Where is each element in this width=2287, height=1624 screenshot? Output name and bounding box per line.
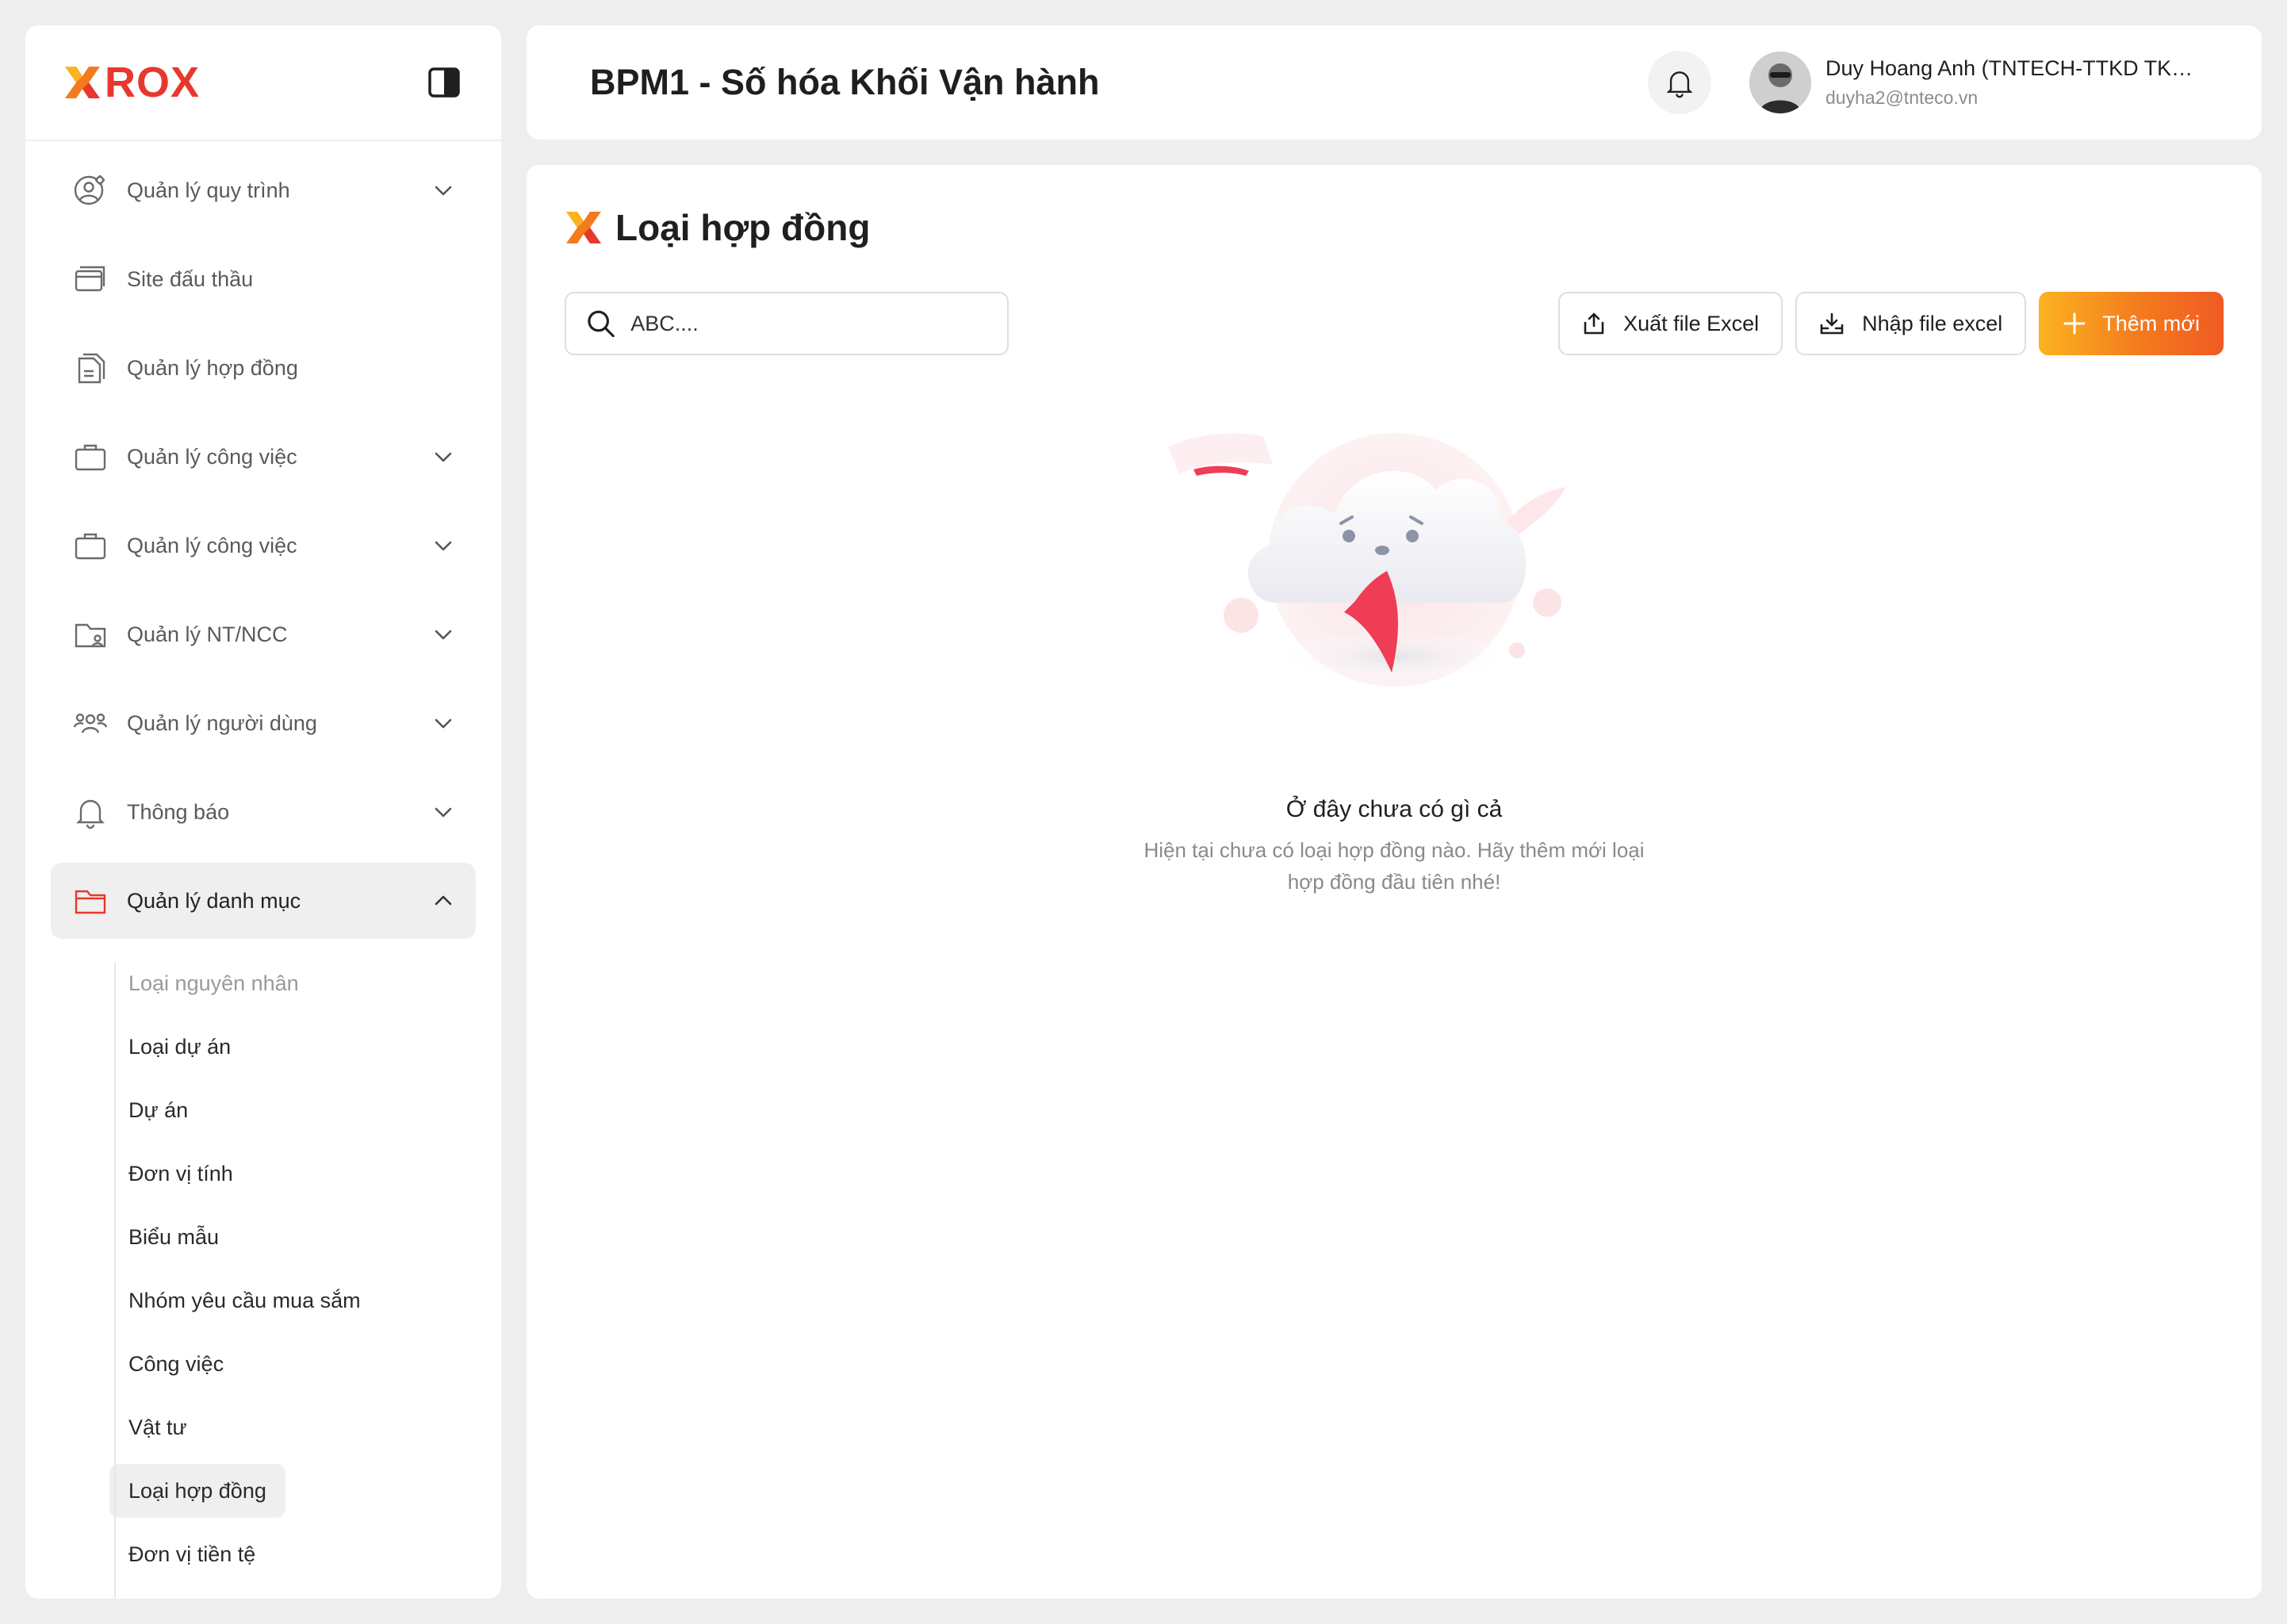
import-excel-label: Nhập file excel <box>1862 311 2003 335</box>
toolbar-actions: Xuất file Excel Nhập file excel Thêm mới <box>1558 292 2224 355</box>
sidebar-item-process[interactable]: Quản lý quy trình <box>51 152 476 228</box>
submenu-item[interactable]: Loại nguyên nhân <box>109 956 318 1010</box>
main-panel: Loại hợp đồng Xuất file Excel Nhập file … <box>527 165 2262 1599</box>
chevron-up-icon <box>435 895 452 906</box>
submenu-item[interactable]: Biểu mẫu <box>109 1210 238 1264</box>
sidebar-item-label: Quản lý người dùng <box>127 710 317 735</box>
download-tray-icon <box>1820 312 1844 335</box>
chevron-down-icon <box>435 718 452 729</box>
top-bar: BPM1 - Số hóa Khối Vận hành Duy Hoang An… <box>527 25 2262 140</box>
search-input[interactable] <box>630 311 988 336</box>
cards-icon <box>75 266 105 292</box>
sidebar-item-notifications[interactable]: Thông báo <box>51 774 476 850</box>
import-excel-button[interactable]: Nhập file excel <box>1795 292 2027 355</box>
sidebar-item-label: Quản lý quy trình <box>127 178 290 202</box>
briefcase-icon <box>75 444 106 471</box>
submenu-item[interactable]: Đơn vị tính <box>109 1147 252 1201</box>
submenu-item[interactable]: Nhóm yêu cầu mua sắm <box>109 1274 380 1327</box>
sidebar-item-label: Quản lý công việc <box>127 533 297 557</box>
page-header: Loại hợp đồng <box>563 206 870 249</box>
search-icon <box>588 310 615 338</box>
plus-icon <box>2063 312 2086 335</box>
submenu-item[interactable]: Vật tư <box>109 1400 206 1454</box>
briefcase-icon <box>75 533 106 560</box>
upload-icon <box>1584 312 1604 335</box>
rox-x-icon <box>65 67 100 98</box>
empty-state-title: Ở đây chưa có gì cả <box>1285 796 1503 822</box>
sidebar-item-tasks[interactable]: Quản lý công việc <box>51 419 476 495</box>
sidebar-item-label: Quản lý hợp đồng <box>127 355 298 380</box>
chevron-down-icon <box>435 541 452 551</box>
search-box[interactable] <box>565 292 1009 355</box>
sidebar-item-suppliers[interactable]: Quản lý NT/NCC <box>51 596 476 672</box>
user-profile[interactable]: Duy Hoang Anh (TNTECH-TTKD TKT... duyha2… <box>1749 52 2198 113</box>
sidebar-item-contracts[interactable]: Quản lý hợp đồng <box>51 330 476 406</box>
submenu-item[interactable]: Dự án <box>109 1083 207 1137</box>
submenu-guide-line <box>114 963 116 1599</box>
chevron-down-icon <box>435 807 452 818</box>
sidebar-item-label: Quản lý công việc <box>127 444 297 469</box>
sidebar-item-label: Quản lý danh mục <box>127 888 301 913</box>
sidebar-item-label: Thông báo <box>127 799 230 824</box>
chevron-down-icon <box>435 630 452 640</box>
add-new-label: Thêm mới <box>2102 311 2200 335</box>
empty-cloud-illustration <box>1168 433 1566 687</box>
submenu-item[interactable]: Đơn vị tiền tệ <box>109 1527 274 1581</box>
add-new-button[interactable]: Thêm mới <box>2039 292 2224 355</box>
user-info: Duy Hoang Anh (TNTECH-TTKD TKT... duyha2… <box>1825 56 2198 109</box>
page-title: Loại hợp đồng <box>615 207 871 248</box>
chevron-down-icon <box>435 186 452 196</box>
empty-state: Ở đây chưa có gì cả Hiện tại chưa có loạ… <box>527 419 2262 898</box>
rox-x-icon <box>566 212 601 243</box>
export-excel-button[interactable]: Xuất file Excel <box>1558 292 1783 355</box>
document-icon <box>78 353 105 384</box>
user-gear-icon <box>74 175 105 205</box>
logo-text: ROX <box>105 59 201 106</box>
sidebar-nav: Quản lý quy trình Site đấu thầu Quản lý … <box>25 141 501 1599</box>
brand-logo[interactable]: ROX <box>62 61 200 104</box>
chevron-down-icon <box>435 452 452 462</box>
folder-icon <box>75 890 106 914</box>
app-title: BPM1 - Số hóa Khối Vận hành <box>590 62 1100 102</box>
submenu-item[interactable]: Loại dự án <box>109 1020 250 1074</box>
sidebar-item-tasks-2[interactable]: Quản lý công việc <box>51 508 476 584</box>
sidebar-item-categories[interactable]: Quản lý danh mục <box>51 863 476 939</box>
sidebar-item-users[interactable]: Quản lý người dùng <box>51 685 476 761</box>
sidebar: ROX Quản lý quy trình Site đấu thầu Quản… <box>25 25 501 1599</box>
sidebar-toggle-icon[interactable] <box>427 65 462 100</box>
submenu-item-active[interactable]: Loại hợp đồng <box>109 1464 285 1518</box>
user-email: duyha2@tnteco.vn <box>1825 87 1979 108</box>
sidebar-item-label: Site đấu thầu <box>127 266 254 291</box>
user-name: Duy Hoang Anh (TNTECH-TTKD TKT... <box>1825 56 2198 80</box>
sidebar-item-label: Quản lý NT/NCC <box>127 622 288 646</box>
sidebar-header: ROX <box>25 25 501 141</box>
export-excel-label: Xuất file Excel <box>1623 311 1760 335</box>
empty-state-description: Hiện tại chưa có loại hợp đồng nào. Hãy … <box>1144 838 1645 894</box>
bell-icon <box>1666 71 1693 98</box>
sidebar-item-bidding-site[interactable]: Site đấu thầu <box>51 241 476 317</box>
submenu-item[interactable]: Công việc <box>109 1337 243 1391</box>
folder-user-icon <box>75 623 106 648</box>
bell-icon <box>76 799 105 829</box>
categories-submenu: Loại nguyên nhân Loại dự án Dự án Đơn vị… <box>89 952 501 1599</box>
users-icon <box>73 713 108 733</box>
notification-button[interactable] <box>1648 51 1711 114</box>
avatar <box>1749 52 1811 113</box>
